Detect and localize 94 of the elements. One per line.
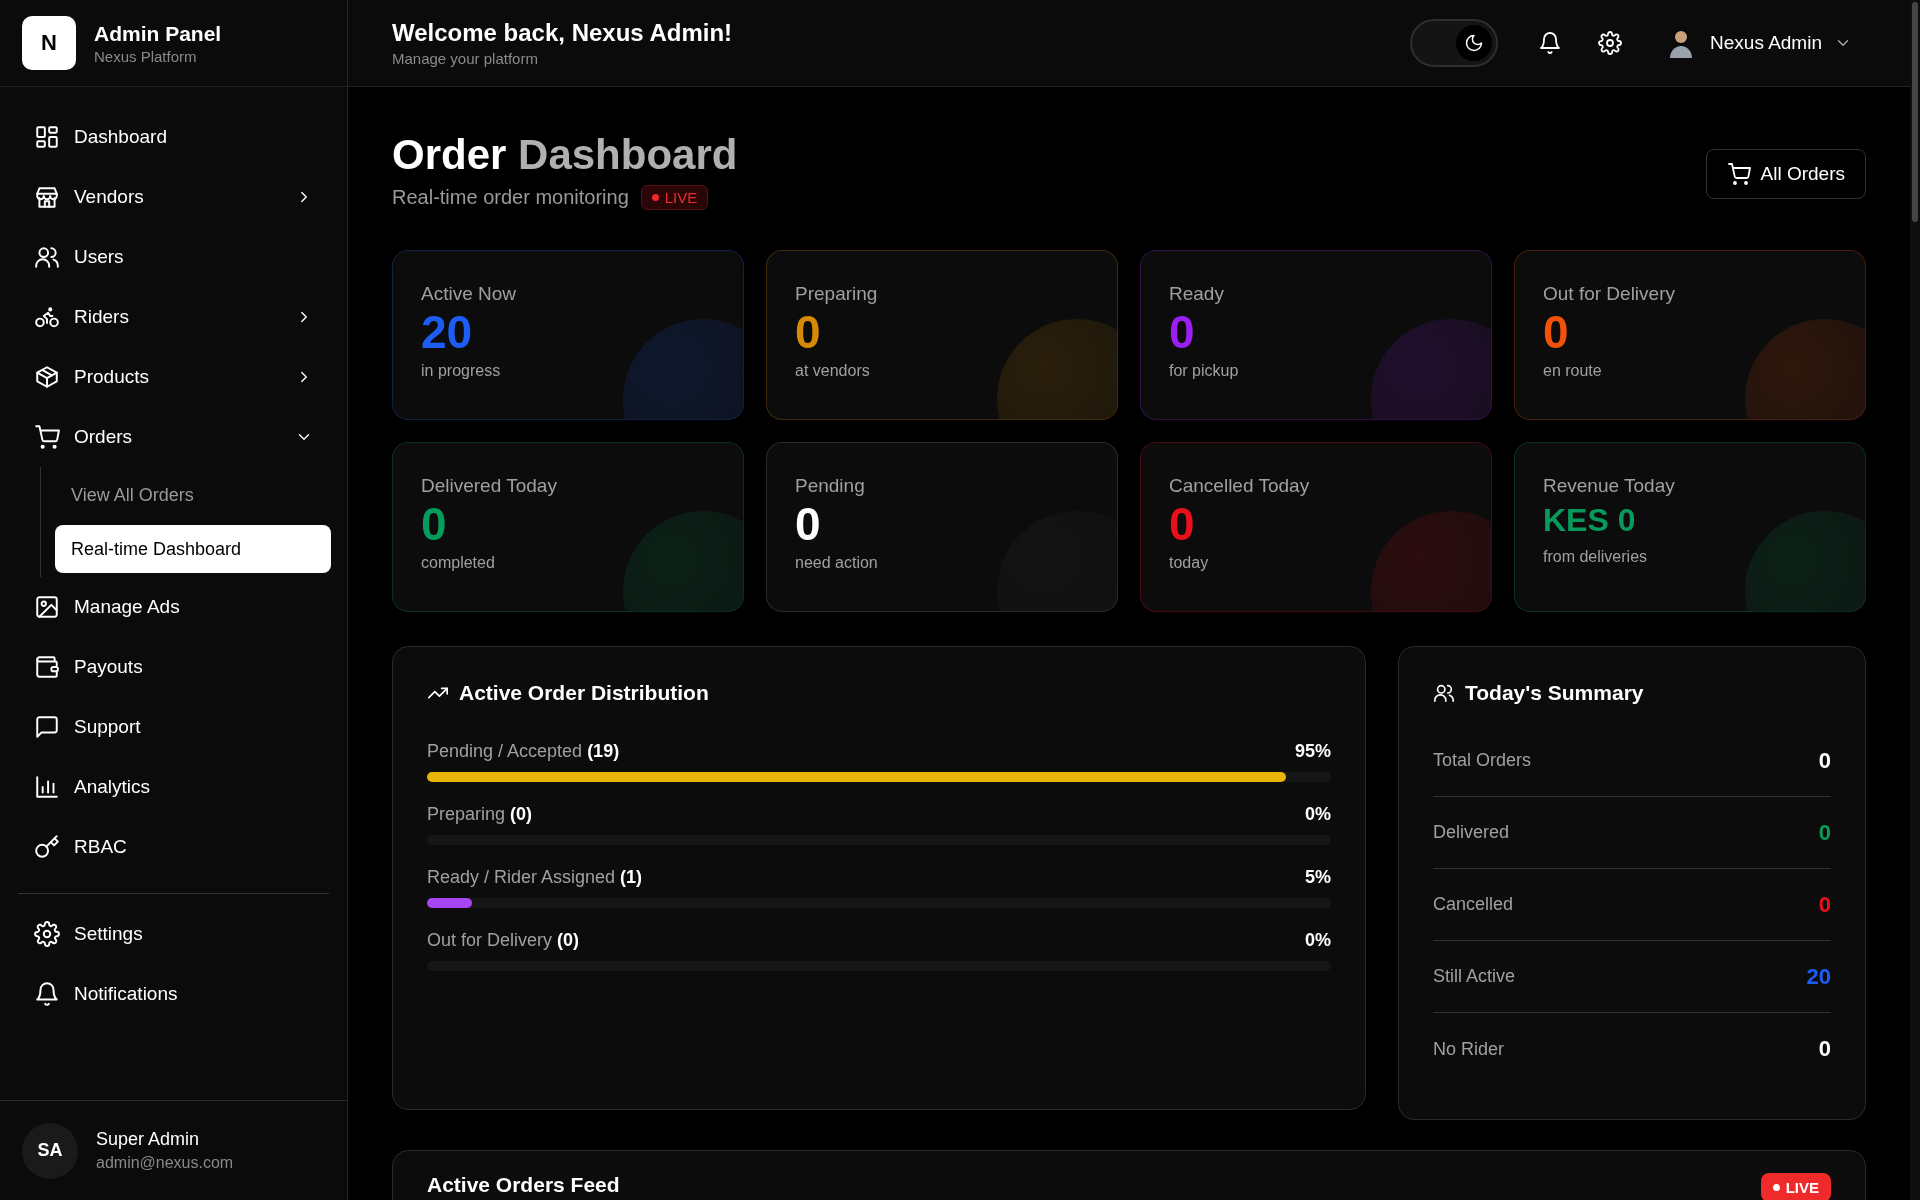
settings-icon[interactable] [1598, 31, 1623, 55]
image-icon [34, 594, 60, 620]
summary-value: 0 [1818, 747, 1831, 774]
sidebar-item[interactable]: RBAC [16, 817, 331, 877]
stat-caption: from deliveries [1543, 548, 1649, 567]
panel-title: Active Orders Feed [427, 1173, 620, 1197]
page-title: Order Dashboard [392, 131, 738, 179]
stat-value: 0 [795, 499, 822, 550]
summary-value: 0 [1818, 819, 1831, 846]
page-subtitle: Real-time order monitoring [392, 186, 629, 209]
all-orders-button[interactable]: All Orders [1705, 149, 1866, 199]
summary-label: Still Active [1433, 966, 1516, 987]
settings-icon [34, 921, 60, 947]
summary-value: 20 [1806, 963, 1831, 990]
sidebar-item[interactable]: Orders [16, 407, 331, 467]
key-icon [34, 834, 60, 860]
stat-value: 0 [1169, 499, 1196, 550]
bar-percent: 0% [1305, 930, 1331, 951]
live-badge: LIVE [1760, 1173, 1831, 1200]
summary-label: Total Orders [1433, 750, 1532, 771]
stat-value: KES 0 [1543, 503, 1637, 539]
stat-value: 20 [421, 307, 474, 358]
sidebar-item[interactable]: Vendors [16, 167, 331, 227]
summary-value: 0 [1818, 1036, 1831, 1062]
store-icon [34, 184, 60, 210]
brand-title: Admin Panel [94, 21, 222, 46]
stat-value: 0 [1169, 307, 1196, 358]
stat-label: Preparing [795, 283, 879, 305]
cart-icon [1726, 162, 1751, 186]
bar-percent: 95% [1294, 741, 1331, 762]
bar-percent: 5% [1305, 867, 1331, 888]
stat-label: Out for Delivery [1543, 283, 1676, 305]
summary-value: 0 [1818, 891, 1831, 918]
theme-toggle[interactable] [1410, 19, 1499, 67]
sidebar-item[interactable]: Manage Ads [16, 577, 331, 637]
user-avatar: SA [22, 1122, 78, 1179]
bar-label: Preparing (0) [427, 804, 533, 825]
cart-icon [34, 424, 60, 450]
welcome-subtitle: Manage your platform [392, 50, 539, 67]
summary-label: Delivered [1433, 822, 1510, 843]
user-menu[interactable]: Nexus Admin [1664, 26, 1852, 60]
user-name: Super Admin [96, 1129, 201, 1150]
stat-value: 0 [1543, 307, 1570, 358]
sidebar-subitem[interactable]: Real-time Dashboard [55, 525, 331, 573]
summary-label: No Rider [1433, 1038, 1505, 1060]
wallet-icon [34, 654, 60, 680]
stat-value: 0 [421, 499, 448, 550]
logo: N [22, 16, 76, 70]
stat-caption: need action [795, 553, 879, 572]
stat-label: Pending [795, 475, 866, 497]
stat-value: 0 [795, 307, 822, 358]
chat-icon [34, 714, 60, 740]
welcome-title: Welcome back, Nexus Admin! [392, 19, 734, 47]
box-icon [34, 364, 60, 390]
stat-label: Delivered Today [421, 475, 558, 497]
stat-caption: en route [1543, 361, 1603, 380]
summary-label: Cancelled [1433, 894, 1514, 915]
bar-label: Ready / Rider Assigned (1) [427, 867, 643, 888]
stat-caption: today [1169, 553, 1210, 572]
bicycle-icon [34, 304, 60, 330]
stat-caption: at vendors [795, 361, 871, 380]
moon-icon [1464, 33, 1485, 53]
sidebar-item[interactable]: Payouts [16, 637, 331, 697]
layout-icon [34, 124, 60, 150]
bar-label: Out for Delivery (0) [427, 930, 580, 951]
sidebar-item[interactable]: Users [16, 227, 331, 287]
bar-percent: 0% [1305, 804, 1331, 825]
stat-caption: completed [421, 553, 496, 572]
live-badge: LIVE [640, 185, 709, 210]
bar-chart-icon [34, 774, 60, 800]
bell-icon[interactable] [1538, 31, 1563, 55]
sidebar-item[interactable]: Settings [16, 904, 331, 964]
sidebar-item[interactable]: Dashboard [16, 107, 331, 167]
stat-label: Ready [1169, 283, 1225, 305]
sidebar-item[interactable]: Notifications [16, 964, 331, 1024]
stat-caption: for pickup [1169, 361, 1240, 380]
bar-label: Pending / Accepted (19) [427, 741, 620, 762]
user-email: admin@nexus.com [96, 1154, 234, 1172]
sidebar-item[interactable]: Analytics [16, 757, 331, 817]
sidebar-item[interactable]: Products [16, 347, 331, 407]
sidebar-item[interactable]: Riders [16, 287, 331, 347]
stat-label: Cancelled Today [1169, 475, 1311, 497]
users-icon [34, 244, 60, 270]
sidebar-item[interactable]: Support [16, 697, 331, 757]
users-icon [1433, 682, 1455, 704]
brand-subtitle: Nexus Platform [94, 47, 198, 65]
panel-title: Today's Summary [1465, 681, 1644, 705]
panel-title: Active Order Distribution [459, 681, 709, 705]
scrollbar[interactable] [1910, 0, 1920, 1200]
stat-caption: in progress [421, 361, 502, 380]
stat-label: Revenue Today [1543, 475, 1676, 497]
sidebar-subitem[interactable]: View All Orders [55, 471, 331, 519]
bell-icon [34, 981, 60, 1007]
stat-label: Active Now [421, 283, 518, 305]
